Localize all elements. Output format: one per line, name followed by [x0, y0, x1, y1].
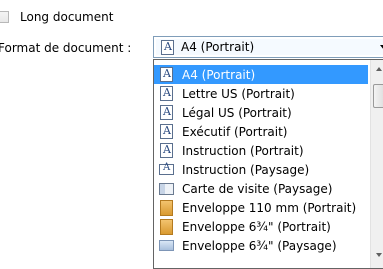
list-item[interactable]: Instruction (Paysage) — [154, 160, 368, 179]
list-item[interactable]: Légal US (Portrait) — [154, 103, 368, 122]
format-dropdown-list[interactable]: A4 (Portrait) Lettre US (Portrait) Légal… — [153, 59, 383, 269]
list-item-label: Carte de visite (Paysage) — [182, 181, 333, 196]
document-format-select[interactable]: A4 (Portrait) — [153, 36, 383, 58]
page-portrait-icon — [159, 124, 174, 140]
list-item-label: Enveloppe 6¾" (Paysage) — [182, 238, 337, 253]
list-item[interactable]: Enveloppe 6¾" (Paysage) — [154, 236, 368, 255]
long-document-checkbox[interactable] — [0, 11, 9, 23]
list-item-label: A4 (Portrait) — [182, 67, 256, 82]
list-scrollbar[interactable] — [370, 60, 383, 268]
list-item-label: Enveloppe 110 mm (Portrait) — [182, 200, 357, 215]
scroll-down-arrow-icon[interactable] — [376, 253, 382, 257]
page-portrait-icon — [159, 105, 174, 121]
list-item-label: Exécutif (Portrait) — [182, 124, 288, 139]
long-document-label: Long document — [20, 10, 114, 24]
envelope-portrait-icon — [159, 199, 174, 216]
list-item-label: Légal US (Portrait) — [182, 105, 292, 120]
envelope-landscape-icon — [159, 238, 174, 254]
list-item[interactable]: Exécutif (Portrait) — [154, 122, 368, 141]
list-item[interactable]: Instruction (Portrait) — [154, 141, 368, 160]
page-landscape-icon — [159, 162, 174, 178]
scroll-up-arrow-icon[interactable] — [376, 67, 382, 71]
list-item-label: Instruction (Paysage) — [182, 162, 310, 177]
list-item-label: Lettre US (Portrait) — [182, 86, 295, 101]
page-portrait-icon — [160, 39, 175, 55]
envelope-portrait-icon — [159, 218, 174, 235]
list-item[interactable]: Carte de visite (Paysage) — [154, 179, 368, 198]
list-item[interactable]: Enveloppe 110 mm (Portrait) — [154, 198, 368, 217]
list-item[interactable]: Enveloppe 6¾" (Portrait) — [154, 217, 368, 236]
page-portrait-icon — [159, 86, 174, 102]
list-item-label: Enveloppe 6¾" (Portrait) — [182, 219, 331, 234]
page-portrait-icon — [159, 143, 174, 159]
page-portrait-icon — [159, 67, 174, 83]
list-item[interactable]: Lettre US (Portrait) — [154, 84, 368, 103]
scroll-thumb[interactable] — [373, 84, 383, 108]
list-item-label: Instruction (Portrait) — [182, 143, 304, 158]
business-card-icon — [159, 181, 174, 197]
format-label: Format de document : — [0, 41, 132, 55]
list-item[interactable]: A4 (Portrait) — [154, 65, 368, 84]
selected-format: A4 (Portrait) — [181, 40, 255, 54]
